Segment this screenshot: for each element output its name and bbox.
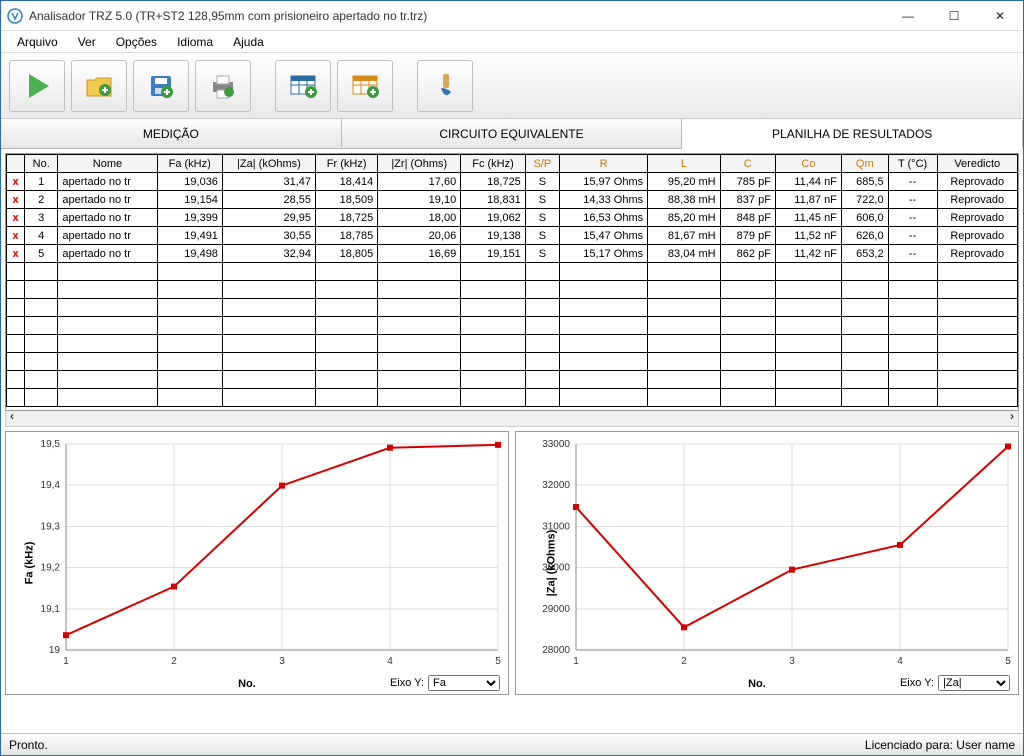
- col-header[interactable]: R: [560, 155, 648, 173]
- col-header[interactable]: Fc (kHz): [461, 155, 526, 173]
- menu-bar: Arquivo Ver Opções Idioma Ajuda: [1, 31, 1023, 53]
- chart-left-plot: 19 19,1 19,2 19,3 19,4 19,5 1 2 3 4 5: [6, 432, 508, 694]
- tab-bar: MEDIÇÃO CIRCUITO EQUIVALENTE PLANILHA DE…: [1, 119, 1023, 149]
- svg-text:3: 3: [789, 656, 795, 667]
- svg-text:19,4: 19,4: [41, 480, 61, 491]
- col-header[interactable]: |Za| (kOhms): [222, 155, 315, 173]
- svg-text:5: 5: [1005, 656, 1011, 667]
- status-bar: Pronto. Licenciado para: User name: [1, 733, 1023, 755]
- menu-ajuda[interactable]: Ajuda: [223, 33, 274, 51]
- chart-right-axis-select[interactable]: |Za|: [938, 675, 1010, 691]
- tab-medicao[interactable]: MEDIÇÃO: [1, 119, 342, 148]
- col-header[interactable]: Qm: [841, 155, 888, 173]
- content-area: No.NomeFa (kHz)|Za| (kOhms)Fr (kHz)|Zr| …: [1, 149, 1023, 733]
- title-bar: Analisador TRZ 5.0 (TR+ST2 128,95mm com …: [1, 1, 1023, 31]
- svg-text:19,1: 19,1: [41, 604, 61, 615]
- col-header[interactable]: No.: [25, 155, 58, 173]
- results-table: No.NomeFa (kHz)|Za| (kOhms)Fr (kHz)|Zr| …: [6, 154, 1018, 407]
- delete-row-icon[interactable]: x: [7, 173, 25, 191]
- open-button[interactable]: [71, 60, 127, 112]
- delete-row-icon[interactable]: x: [7, 227, 25, 245]
- svg-text:1: 1: [63, 656, 69, 667]
- col-header[interactable]: C: [720, 155, 775, 173]
- col-header[interactable]: Co: [775, 155, 841, 173]
- col-header[interactable]: Fr (kHz): [316, 155, 378, 173]
- svg-text:19: 19: [49, 645, 61, 656]
- svg-text:19,5: 19,5: [41, 439, 61, 450]
- svg-text:1: 1: [573, 656, 579, 667]
- toolbar: [1, 53, 1023, 119]
- play-button[interactable]: [9, 60, 65, 112]
- col-header[interactable]: T (°C): [888, 155, 937, 173]
- svg-text:32000: 32000: [542, 480, 570, 491]
- tab-circuito[interactable]: CIRCUITO EQUIVALENTE: [342, 119, 683, 148]
- chart-left: Fa (kHz) 19 19,1 19,2 19,3 19,4 19,5 1 2 3 4 5 No.…: [5, 431, 509, 695]
- charts-row: Fa (kHz) 19 19,1 19,2 19,3 19,4 19,5 1 2 3 4 5 No.…: [5, 431, 1019, 695]
- svg-text:2: 2: [171, 656, 177, 667]
- col-header[interactable]: Veredicto: [937, 155, 1017, 173]
- delete-row-icon[interactable]: x: [7, 209, 25, 227]
- window-title: Analisador TRZ 5.0 (TR+ST2 128,95mm com …: [29, 9, 885, 23]
- chart-left-xlabel: No.: [238, 678, 256, 690]
- status-left: Pronto.: [9, 738, 865, 752]
- chart-left-ylabel: Fa (kHz): [23, 542, 35, 585]
- col-header[interactable]: Nome: [58, 155, 157, 173]
- table-import-button[interactable]: [337, 60, 393, 112]
- svg-text:19,2: 19,2: [41, 563, 61, 574]
- table-row[interactable]: x2apertado no tr19,15428,5518,50919,1018…: [7, 191, 1018, 209]
- close-button[interactable]: ✕: [977, 1, 1023, 30]
- menu-opcoes[interactable]: Opções: [106, 33, 167, 51]
- col-header[interactable]: S/P: [525, 155, 559, 173]
- table-row[interactable]: x5apertado no tr19,49832,9418,80516,6919…: [7, 245, 1018, 263]
- app-window: Analisador TRZ 5.0 (TR+ST2 128,95mm com …: [0, 0, 1024, 756]
- svg-text:19,3: 19,3: [41, 521, 61, 532]
- svg-text:4: 4: [897, 656, 903, 667]
- svg-text:33000: 33000: [542, 439, 570, 450]
- col-header[interactable]: [7, 155, 25, 173]
- table-row[interactable]: x1apertado no tr19,03631,4718,41417,6018…: [7, 173, 1018, 191]
- status-right: Licenciado para: User name: [865, 738, 1015, 752]
- col-header[interactable]: Fa (kHz): [157, 155, 222, 173]
- minimize-button[interactable]: —: [885, 1, 931, 30]
- col-header[interactable]: |Zr| (Ohms): [378, 155, 461, 173]
- menu-idioma[interactable]: Idioma: [167, 33, 223, 51]
- chart-right-ylabel: |Za| (kOhms): [545, 530, 557, 597]
- table-new-button[interactable]: [275, 60, 331, 112]
- svg-text:2: 2: [681, 656, 687, 667]
- svg-text:3: 3: [279, 656, 285, 667]
- print-button[interactable]: [195, 60, 251, 112]
- menu-ver[interactable]: Ver: [68, 33, 106, 51]
- chart-right-xlabel: No.: [748, 678, 766, 690]
- maximize-button[interactable]: ☐: [931, 1, 977, 30]
- brush-button[interactable]: [417, 60, 473, 112]
- menu-arquivo[interactable]: Arquivo: [7, 33, 68, 51]
- svg-text:5: 5: [495, 656, 501, 667]
- col-header[interactable]: L: [648, 155, 721, 173]
- table-hscroll[interactable]: [5, 411, 1019, 427]
- chart-right: |Za| (kOhms) 280002900030000310003200033…: [515, 431, 1019, 695]
- delete-row-icon[interactable]: x: [7, 191, 25, 209]
- table-row[interactable]: x4apertado no tr19,49130,5518,78520,0619…: [7, 227, 1018, 245]
- delete-row-icon[interactable]: x: [7, 245, 25, 263]
- chart-left-eixo: Eixo Y: Fa: [390, 675, 500, 691]
- chart-left-axis-select[interactable]: Fa: [428, 675, 500, 691]
- svg-text:4: 4: [387, 656, 393, 667]
- svg-text:29000: 29000: [542, 604, 570, 615]
- svg-text:28000: 28000: [542, 645, 570, 656]
- table-row[interactable]: x3apertado no tr19,39929,9518,72518,0019…: [7, 209, 1018, 227]
- chart-right-plot: 28000290003000031000320003300012345: [516, 432, 1018, 694]
- results-table-wrap[interactable]: No.NomeFa (kHz)|Za| (kOhms)Fr (kHz)|Zr| …: [5, 153, 1019, 411]
- save-button[interactable]: [133, 60, 189, 112]
- app-icon: [7, 8, 23, 24]
- chart-right-eixo: Eixo Y: |Za|: [900, 675, 1010, 691]
- tab-planilha[interactable]: PLANILHA DE RESULTADOS: [682, 120, 1023, 149]
